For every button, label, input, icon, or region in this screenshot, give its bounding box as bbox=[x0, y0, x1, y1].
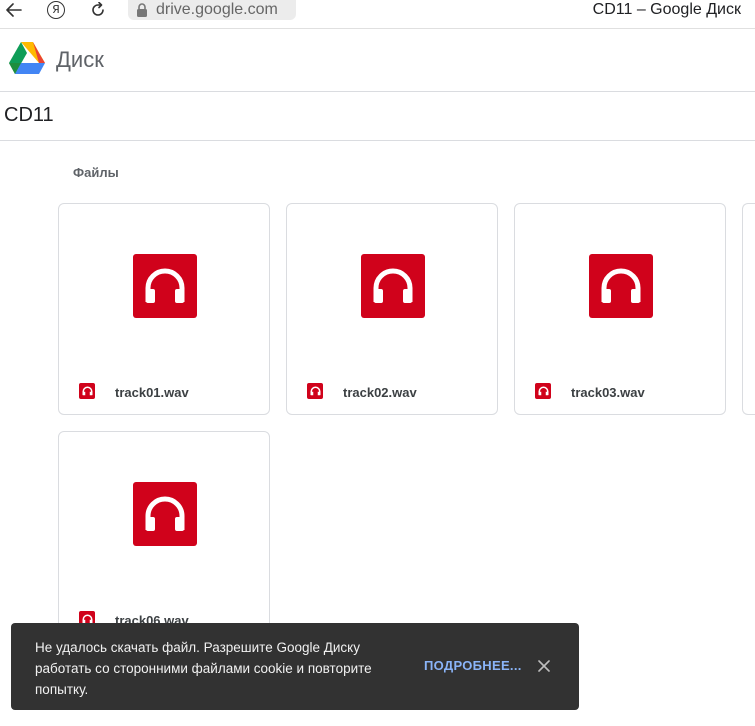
reload-icon[interactable] bbox=[88, 0, 108, 20]
address-bar[interactable]: drive.google.com bbox=[128, 0, 296, 20]
close-icon[interactable] bbox=[535, 657, 553, 675]
yandex-icon[interactable]: Я bbox=[46, 0, 66, 20]
headphones-icon bbox=[79, 383, 95, 399]
back-arrow-icon[interactable] bbox=[4, 0, 24, 20]
headphones-icon bbox=[589, 254, 653, 318]
headphones-icon bbox=[361, 254, 425, 318]
file-card-partial[interactable] bbox=[742, 203, 755, 415]
headphones-icon bbox=[307, 383, 323, 399]
toast-message: Не удалось скачать файл. Разрешите Googl… bbox=[35, 640, 372, 697]
app-header: Диск bbox=[0, 29, 755, 92]
headphones-icon bbox=[133, 254, 197, 318]
app-name: Диск bbox=[56, 47, 104, 72]
section-label-files: Файлы bbox=[73, 165, 119, 180]
file-name: track03.wav bbox=[571, 385, 645, 400]
headphones-icon bbox=[133, 482, 197, 546]
file-card[interactable]: track01.wav bbox=[58, 203, 270, 415]
headphones-icon bbox=[535, 383, 551, 399]
error-toast: Не удалось скачать файл. Разрешите Googl… bbox=[11, 623, 579, 710]
folder-title: CD11 bbox=[4, 104, 54, 126]
google-drive-logo-icon[interactable] bbox=[8, 41, 46, 77]
file-card[interactable]: track03.wav bbox=[514, 203, 726, 415]
learn-more-button[interactable]: ПОДРОБНЕЕ... bbox=[424, 658, 522, 673]
file-name: track01.wav bbox=[115, 385, 189, 400]
window-title: CD11 – Google Диск bbox=[592, 1, 741, 18]
file-card[interactable]: track02.wav bbox=[286, 203, 498, 415]
file-name: track02.wav bbox=[343, 385, 417, 400]
browser-toolbar: Я drive.google.com CD11 – Google Диск bbox=[0, 0, 755, 29]
file-card[interactable]: track06.wav bbox=[58, 431, 270, 643]
lock-icon bbox=[132, 3, 152, 17]
folder-header: CD11 bbox=[0, 92, 755, 141]
url-text: drive.google.com bbox=[156, 1, 278, 18]
